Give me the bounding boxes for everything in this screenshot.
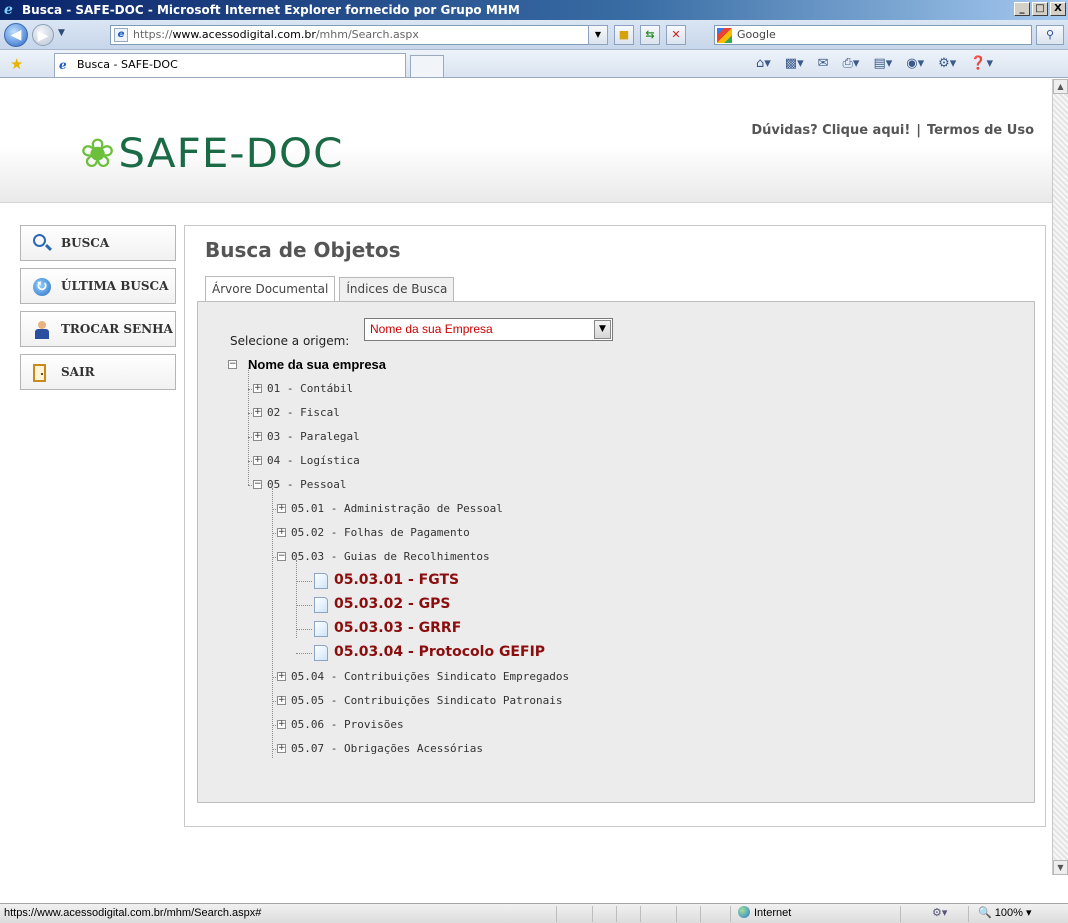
expand-icon[interactable]: + bbox=[253, 456, 262, 465]
address-dropdown-icon[interactable]: ▼ bbox=[588, 25, 608, 45]
print-icon[interactable]: ⎙▾ bbox=[839, 54, 864, 74]
tree-connector bbox=[248, 368, 249, 485]
main-content: Busca de Objetos Árvore Documental Índic… bbox=[184, 225, 1046, 827]
document-icon bbox=[314, 597, 328, 613]
zoom-level[interactable]: 🔍 100% ▾ bbox=[978, 904, 1031, 923]
mail-icon[interactable]: ✉ bbox=[814, 54, 833, 74]
tab-arvore-documental[interactable]: Árvore Documental bbox=[205, 276, 336, 301]
document-icon bbox=[314, 573, 328, 589]
sidebar-item-ultima-busca[interactable]: ÚLTIMA BUSCA bbox=[20, 268, 176, 304]
address-toolbar: ◀ ▶ ▼ e https://www.acessodigital.com.br… bbox=[0, 20, 1068, 50]
user-key-icon bbox=[33, 321, 51, 339]
tab-ie-icon: e bbox=[59, 58, 67, 72]
lock-icon[interactable]: ■ bbox=[614, 25, 634, 45]
new-tab-button[interactable] bbox=[410, 55, 444, 77]
scroll-up-icon[interactable]: ▲ bbox=[1053, 79, 1068, 94]
tree-connector bbox=[272, 488, 273, 758]
exit-door-icon bbox=[33, 364, 46, 382]
close-button[interactable]: X bbox=[1050, 2, 1066, 16]
safe-doc-logo[interactable]: ❀SAFE-DOC bbox=[80, 131, 344, 177]
maximize-button[interactable]: □ bbox=[1032, 2, 1048, 16]
vertical-scrollbar[interactable]: ▲ ▼ bbox=[1052, 79, 1068, 875]
protected-mode-icon[interactable]: ⚙▾ bbox=[932, 904, 947, 923]
sidebar: BUSCA ÚLTIMA BUSCA TROCAR SENHA SAIR bbox=[20, 225, 176, 397]
sidebar-item-sair[interactable]: SAIR bbox=[20, 354, 176, 390]
collapse-icon[interactable]: − bbox=[228, 360, 237, 369]
refresh-icon[interactable]: ⇆ bbox=[640, 25, 660, 45]
expand-icon[interactable]: + bbox=[277, 504, 286, 513]
collapse-icon[interactable]: − bbox=[253, 480, 262, 489]
search-input[interactable]: Google bbox=[714, 25, 1032, 45]
page-title: Busca de Objetos bbox=[205, 238, 401, 262]
status-bar: https://www.acessodigital.com.br/mhm/Sea… bbox=[0, 903, 1068, 923]
header-links: Dúvidas? Clique aqui! | Termos de Uso bbox=[751, 123, 1034, 138]
site-header: ❀SAFE-DOC Dúvidas? Clique aqui! | Termos d… bbox=[0, 79, 1052, 203]
expand-icon[interactable]: + bbox=[253, 432, 262, 441]
tab-indices-de-busca[interactable]: Índices de Busca bbox=[339, 277, 455, 301]
link-separator: | bbox=[916, 123, 922, 138]
expand-icon[interactable]: + bbox=[277, 720, 286, 729]
forward-arrow-icon[interactable]: ▶ bbox=[32, 24, 54, 46]
status-url: https://www.acessodigital.com.br/mhm/Sea… bbox=[4, 907, 262, 919]
feeds-icon[interactable]: ▩▾ bbox=[781, 54, 808, 74]
window-title: Busca - SAFE-DOC - Microsoft Internet Ex… bbox=[22, 3, 520, 17]
expand-icon[interactable]: + bbox=[277, 696, 286, 705]
expand-icon[interactable]: + bbox=[277, 528, 286, 537]
document-icon bbox=[314, 645, 328, 661]
expand-icon[interactable]: + bbox=[253, 408, 262, 417]
back-arrow-icon[interactable]: ◀ bbox=[4, 23, 28, 47]
favorites-star-icon[interactable]: ★ bbox=[10, 55, 23, 73]
help-icon[interactable]: ❓▾ bbox=[966, 54, 997, 74]
logo-mark-icon: ❀ bbox=[80, 131, 117, 177]
stop-icon[interactable]: ✕ bbox=[666, 25, 686, 45]
tools-gear-icon[interactable]: ⚙▾ bbox=[934, 54, 960, 74]
page-menu-icon[interactable]: ▤▾ bbox=[869, 54, 896, 74]
globe-icon bbox=[738, 906, 750, 918]
content-tabs: Árvore Documental Índices de Busca bbox=[205, 276, 455, 301]
collapse-icon[interactable]: − bbox=[277, 552, 286, 561]
address-input[interactable]: e https://www.acessodigital.com.br/mhm/S… bbox=[110, 25, 606, 45]
search-icon bbox=[33, 234, 46, 247]
document-icon bbox=[314, 621, 328, 637]
tree-panel: Selecione a origem: Nome da sua Empresa … bbox=[197, 301, 1035, 803]
tab-bar: ★ e Busca - SAFE-DOC ⌂▾ ▩▾ ✉ ⎙▾ ▤▾ ◉▾ ⚙▾… bbox=[0, 50, 1068, 78]
last-search-icon bbox=[33, 269, 51, 303]
help-link[interactable]: Dúvidas? Clique aqui! bbox=[751, 123, 910, 138]
document-tree: − Nome da sua empresa + 01 - Contábil + … bbox=[198, 302, 1036, 804]
scroll-down-icon[interactable]: ▼ bbox=[1053, 860, 1068, 875]
page-viewport: ❀SAFE-DOC Dúvidas? Clique aqui! | Termos d… bbox=[0, 79, 1052, 875]
terms-link[interactable]: Termos de Uso bbox=[927, 123, 1034, 138]
tree-connector bbox=[296, 560, 297, 638]
minimize-button[interactable]: _ bbox=[1014, 2, 1030, 16]
page-icon: e bbox=[114, 28, 128, 42]
ie-logo-icon: e bbox=[4, 2, 13, 18]
safety-icon[interactable]: ◉▾ bbox=[902, 54, 928, 74]
google-logo-icon bbox=[717, 28, 732, 43]
expand-icon[interactable]: + bbox=[277, 744, 286, 753]
sidebar-item-busca[interactable]: BUSCA bbox=[20, 225, 176, 261]
page-bottom-area bbox=[0, 875, 1068, 903]
expand-icon[interactable]: + bbox=[253, 384, 262, 393]
history-dropdown-icon[interactable]: ▼ bbox=[58, 28, 65, 38]
window-title-bar: e Busca - SAFE-DOC - Microsoft Internet … bbox=[0, 0, 1068, 20]
security-zone[interactable]: Internet bbox=[738, 904, 791, 923]
browser-tab[interactable]: e Busca - SAFE-DOC bbox=[54, 53, 406, 77]
sidebar-item-trocar-senha[interactable]: TROCAR SENHA bbox=[20, 311, 176, 347]
search-go-icon[interactable]: ⚲ bbox=[1036, 25, 1064, 45]
expand-icon[interactable]: + bbox=[277, 672, 286, 681]
home-icon[interactable]: ⌂▾ bbox=[752, 54, 775, 74]
